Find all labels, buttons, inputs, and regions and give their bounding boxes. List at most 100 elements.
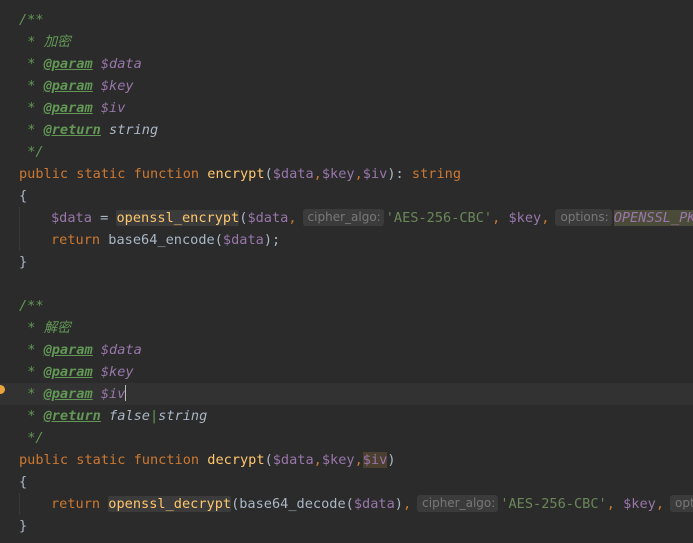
doc-param-name: $key: [100, 364, 134, 380]
text-caret: [125, 385, 127, 401]
code-line[interactable]: * 解密: [0, 317, 693, 339]
doc-param-name: $iv: [100, 100, 126, 116]
doc-param-name: $iv: [100, 386, 126, 402]
param-hint-options: options:: [555, 209, 612, 226]
comma: ,: [492, 210, 501, 226]
doc-comment-close: */: [27, 144, 44, 160]
doc-param-name: $data: [100, 342, 142, 358]
code-line[interactable]: * @param $data: [0, 53, 693, 75]
doc-star: *: [27, 122, 36, 138]
paren-close: ): [387, 452, 396, 468]
paren-close: ): [394, 496, 403, 512]
comma: ,: [288, 210, 297, 226]
code-line-current[interactable]: * @param $iv: [0, 383, 693, 405]
function-name-encrypt[interactable]: encrypt: [207, 166, 264, 182]
string-literal[interactable]: 'AES-256-CBC': [386, 210, 492, 226]
arg-key[interactable]: $key: [509, 210, 542, 226]
keyword-return: return: [51, 232, 101, 248]
keyword-static: static: [76, 166, 126, 182]
doc-comment-open: /**: [19, 12, 44, 28]
param-key[interactable]: $key: [322, 452, 355, 468]
paren: (: [264, 166, 273, 182]
doc-return-type: false: [109, 408, 150, 424]
code-line[interactable]: {: [0, 185, 693, 207]
comma: ,: [354, 452, 363, 468]
constant-openssl[interactable]: OPENSSL_PK: [613, 210, 693, 226]
code-line-empty[interactable]: [0, 273, 693, 295]
arg-data[interactable]: $data: [354, 496, 395, 512]
code-line[interactable]: /**: [0, 295, 693, 317]
function-name-decrypt[interactable]: decrypt: [207, 452, 264, 468]
doc-comment-open: /**: [19, 298, 44, 314]
code-line[interactable]: */: [0, 141, 693, 163]
comma: ,: [354, 166, 363, 182]
code-line[interactable]: * @param $iv: [0, 97, 693, 119]
code-line[interactable]: }: [0, 515, 693, 537]
paren: (: [214, 232, 223, 248]
doc-summary: 解密: [43, 320, 71, 336]
comma: ,: [541, 210, 550, 226]
arg-data[interactable]: $data: [223, 232, 264, 248]
param-key[interactable]: $key: [322, 166, 355, 182]
doc-param-tag: @param: [43, 364, 93, 380]
brace-open: {: [19, 188, 28, 204]
code-line[interactable]: * @return false|string: [0, 405, 693, 427]
bulb-icon[interactable]: [0, 385, 5, 394]
doc-star: *: [27, 364, 36, 380]
code-line[interactable]: /**: [0, 9, 693, 31]
doc-star: *: [27, 386, 36, 402]
comma: ,: [313, 166, 322, 182]
doc-star: *: [27, 78, 36, 94]
code-line[interactable]: * @param $key: [0, 361, 693, 383]
doc-return-tag: @return: [43, 408, 101, 424]
param-hint-options: opti: [670, 495, 693, 512]
brace-close: }: [19, 518, 28, 534]
code-editor[interactable]: /** * 加密 * @param $data * @param $key * …: [0, 9, 693, 537]
doc-param-tag: @param: [43, 342, 93, 358]
param-hint-cipher-algo: cipher_algo:: [302, 209, 384, 226]
doc-param-tag: @param: [43, 56, 93, 72]
keyword-public: public: [19, 166, 69, 182]
doc-star: *: [27, 34, 36, 50]
doc-type-separator: |: [149, 408, 159, 424]
code-line[interactable]: return base64_encode($data);: [0, 229, 693, 251]
code-line[interactable]: }: [0, 251, 693, 273]
code-line[interactable]: * @param $data: [0, 339, 693, 361]
var-data[interactable]: $data: [51, 210, 92, 226]
comma: ,: [606, 496, 615, 512]
call-openssl-decrypt[interactable]: openssl_decrypt: [108, 496, 232, 512]
string-literal[interactable]: 'AES-256-CBC': [500, 496, 606, 512]
keyword-function: function: [133, 452, 200, 468]
code-line[interactable]: return openssl_decrypt(base64_decode($da…: [0, 493, 693, 515]
param-iv[interactable]: $iv: [363, 166, 388, 182]
param-hint-cipher-algo: cipher_algo:: [417, 495, 499, 512]
code-line[interactable]: */: [0, 427, 693, 449]
doc-param-tag: @param: [43, 78, 93, 94]
code-line[interactable]: * 加密: [0, 31, 693, 53]
doc-return-tag: @return: [43, 122, 101, 138]
code-line[interactable]: {: [0, 471, 693, 493]
doc-summary: 加密: [43, 34, 71, 50]
call-base64-encode[interactable]: base64_encode: [108, 232, 214, 248]
paren-close: ):: [387, 166, 404, 182]
param-data[interactable]: $data: [273, 166, 314, 182]
code-line[interactable]: * @return string: [0, 119, 693, 141]
doc-star: *: [27, 56, 36, 72]
comma: ,: [655, 496, 665, 512]
param-iv[interactable]: $iv: [362, 452, 388, 468]
doc-param-tag: @param: [43, 386, 93, 402]
arg-key[interactable]: $key: [623, 496, 656, 512]
call-openssl-encrypt[interactable]: openssl_encrypt: [116, 210, 240, 226]
arg-data[interactable]: $data: [247, 210, 288, 226]
code-line[interactable]: public static function decrypt($data,$ke…: [0, 449, 693, 471]
code-line[interactable]: $data = openssl_encrypt($data, cipher_alg…: [0, 207, 693, 229]
call-base64-decode[interactable]: base64_decode: [239, 496, 345, 512]
doc-return-type: string: [158, 408, 208, 424]
param-data[interactable]: $data: [273, 452, 314, 468]
doc-param-name: $data: [100, 56, 142, 72]
code-line[interactable]: * @param $key: [0, 75, 693, 97]
return-type: string: [411, 166, 462, 182]
brace-open: {: [19, 474, 28, 490]
assign-operator: =: [91, 210, 117, 226]
code-line[interactable]: public static function encrypt($data,$ke…: [0, 163, 693, 185]
